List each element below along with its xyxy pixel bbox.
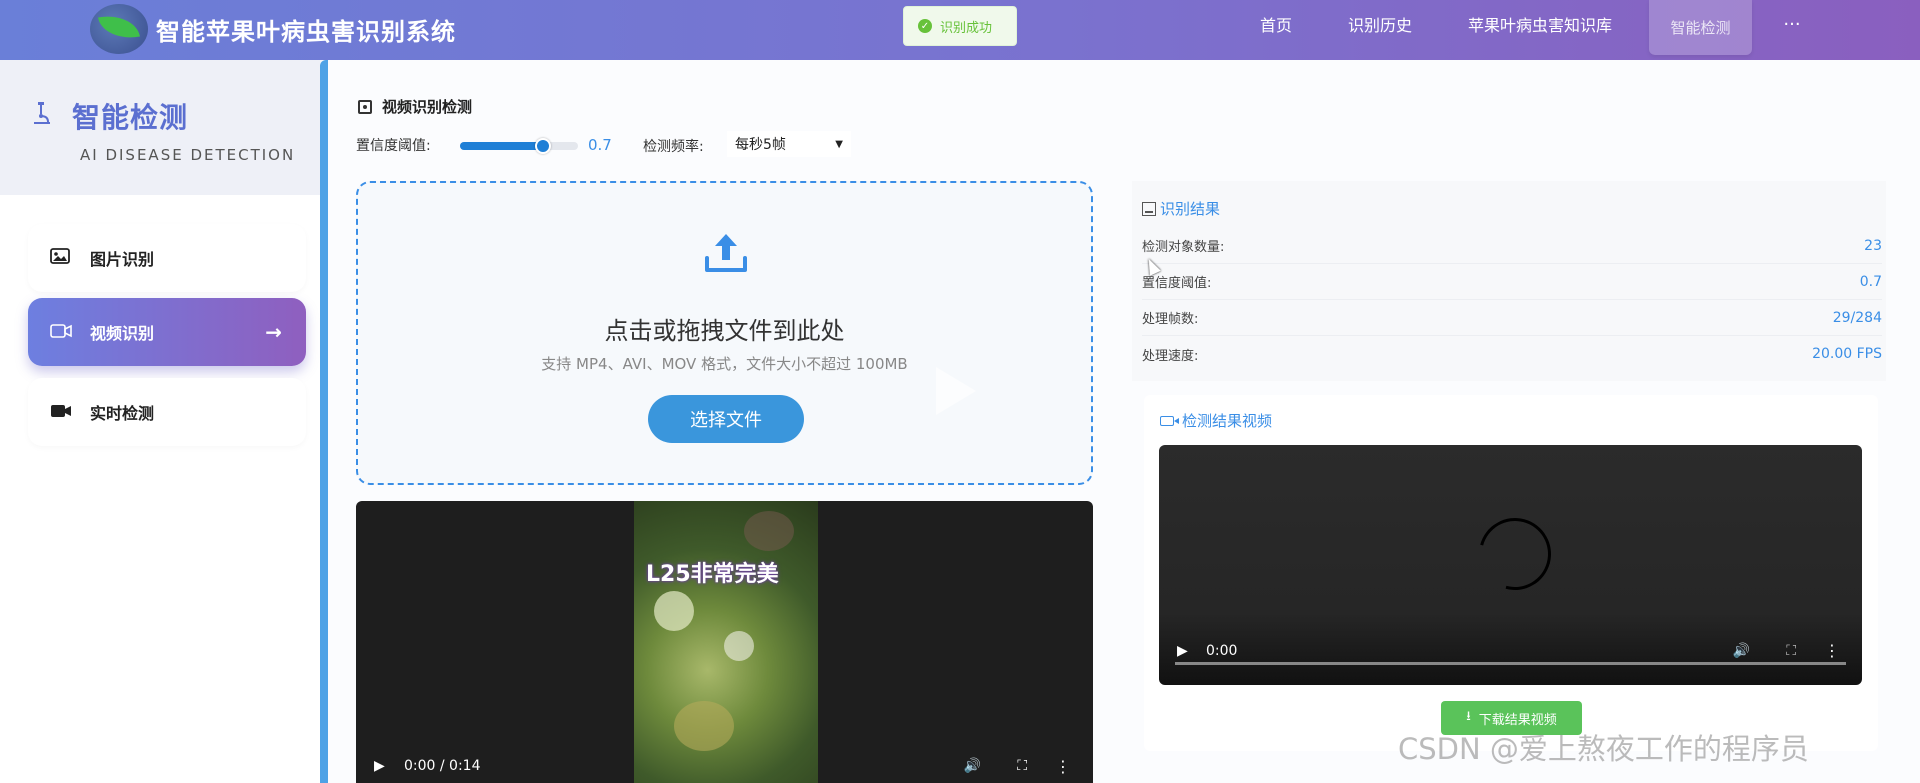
sidebar-header: 智能检测 AI DISEASE DETECTION <box>0 60 320 195</box>
app-title: 智能苹果叶病虫害识别系统 <box>156 18 456 46</box>
nav-home[interactable]: 首页 <box>1258 0 1294 48</box>
result-value: 0.7 <box>1859 273 1882 290</box>
sidebar-subtitle: AI DISEASE DETECTION <box>80 146 296 164</box>
target-icon <box>358 99 372 114</box>
volume-icon[interactable]: 🔊 <box>1733 643 1750 659</box>
confidence-value: 0.7 <box>588 136 612 154</box>
loading-spinner-icon <box>1465 504 1565 604</box>
upload-hint: 支持 MP4、AVI、MOV 格式，文件大小不超过 100MB <box>541 355 908 373</box>
sidebar-item-image[interactable]: 图片识别 <box>28 224 306 292</box>
result-row: 置信度阈值: 0.7 <box>1142 264 1882 300</box>
frequency-label: 检测频率: <box>643 139 704 155</box>
frequency-value: 每秒5帧 <box>735 137 786 153</box>
section-title-text: 视频识别检测 <box>382 98 473 116</box>
source-video-player[interactable]: L25非常完美 ▶ 0:00 / 0:14 🔊 ⛶ ⋮ <box>356 501 1093 783</box>
video-frame: L25非常完美 <box>634 501 818 783</box>
video-time: 0:00 <box>1206 643 1238 659</box>
more-vertical-icon[interactable]: ⋮ <box>1824 641 1840 660</box>
sidebar-item-video[interactable]: 视频识别 → <box>28 298 306 366</box>
frequency-select[interactable]: 每秒5帧 ▼ <box>727 131 851 157</box>
video-time: 0:00 / 0:14 <box>404 758 481 774</box>
sidebar-item-label: 图片识别 <box>90 250 155 269</box>
nav-smart-detection[interactable]: 智能检测 <box>1649 0 1752 55</box>
select-file-button[interactable]: 选择文件 <box>648 395 804 443</box>
slider-fill <box>460 142 543 150</box>
video-camera-icon <box>1160 415 1179 426</box>
result-video-title: 检测结果视频 <box>1160 410 1272 431</box>
result-video-player[interactable]: ▶ 0:00 🔊 ⛶ ⋮ <box>1159 445 1862 685</box>
volume-icon[interactable]: 🔊 <box>964 758 981 774</box>
leaf-blob <box>654 591 694 631</box>
top-header: 智能苹果叶病虫害识别系统 ✓ 识别成功 首页 识别历史 苹果叶病虫害知识库 智能… <box>0 0 1920 60</box>
fullscreen-icon[interactable]: ⛶ <box>1786 643 1796 659</box>
upload-dropzone[interactable]: 点击或拖拽文件到此处 支持 MP4、AVI、MOV 格式，文件大小不超过 100… <box>356 181 1093 485</box>
result-row: 检测对象数量: 23 <box>1142 228 1882 264</box>
sidebar: 智能检测 AI DISEASE DETECTION 图片识别 视频识别 → 实时… <box>0 60 320 783</box>
results-title-text: 识别结果 <box>1160 200 1221 218</box>
results-title: 识别结果 <box>1142 198 1220 219</box>
image-icon <box>50 247 72 269</box>
more-vertical-icon[interactable]: ⋮ <box>1055 757 1071 776</box>
video-controls: ▶ 0:00 / 0:14 🔊 ⛶ ⋮ <box>356 749 1093 783</box>
sidebar-item-label: 视频识别 <box>90 324 155 343</box>
watermark: CSDN @爱上熬夜工作的程序员 <box>1398 732 1809 766</box>
confidence-label: 置信度阈值: <box>356 138 431 154</box>
camera-icon <box>50 402 72 423</box>
leaf-blob <box>744 511 794 551</box>
play-icon[interactable]: ▶ <box>374 758 385 774</box>
fullscreen-icon[interactable]: ⛶ <box>1017 758 1027 774</box>
sidebar-accent-bar <box>320 60 328 783</box>
slider-thumb[interactable] <box>534 138 551 154</box>
play-watermark-icon <box>936 367 976 415</box>
result-icon <box>1142 201 1156 216</box>
result-value: 23 <box>1864 237 1882 254</box>
video-controls: ▶ 0:00 🔊 ⛶ ⋮ <box>1159 631 1862 671</box>
section-title: 视频识别检测 <box>358 96 472 117</box>
result-video-title-text: 检测结果视频 <box>1182 412 1273 430</box>
download-label: 下载结果视频 <box>1478 712 1557 728</box>
leaf-blob <box>724 631 754 661</box>
microscope-icon <box>30 100 54 126</box>
result-label: 处理帧数: <box>1142 312 1199 327</box>
app-logo <box>90 4 148 54</box>
result-row: 处理帧数: 29/284 <box>1142 300 1882 336</box>
chevron-down-icon: ▼ <box>835 138 843 150</box>
arrow-right-icon: → <box>265 320 282 344</box>
video-progress-bar[interactable] <box>1175 662 1846 665</box>
result-value: 20.00 FPS <box>1812 346 1882 362</box>
result-label: 检测对象数量: <box>1142 240 1225 255</box>
sidebar-title: 智能检测 <box>72 101 189 134</box>
video-caption: L25非常完美 <box>646 562 779 587</box>
upload-icon <box>701 228 751 278</box>
play-icon[interactable]: ▶ <box>1177 643 1188 659</box>
leaf-blob <box>674 701 734 751</box>
leaf-icon <box>98 10 140 44</box>
nav-knowledge-base[interactable]: 苹果叶病虫害知识库 <box>1467 0 1613 48</box>
toast-text: 识别成功 <box>940 20 993 36</box>
sidebar-item-realtime[interactable]: 实时检测 <box>28 378 306 446</box>
result-label: 处理速度: <box>1142 348 1199 364</box>
nav-more-button[interactable]: ··· <box>1780 0 1804 48</box>
result-label: 置信度阈值: <box>1142 276 1212 291</box>
check-circle-icon: ✓ <box>918 19 932 33</box>
sidebar-item-label: 实时检测 <box>90 404 155 423</box>
video-icon <box>50 322 72 343</box>
result-value: 29/284 <box>1832 309 1882 326</box>
nav-history[interactable]: 识别历史 <box>1346 0 1414 48</box>
result-row: 处理速度: 20.00 FPS <box>1142 336 1882 372</box>
confidence-slider[interactable] <box>460 138 578 154</box>
upload-title: 点击或拖拽文件到此处 <box>604 317 845 345</box>
success-toast: ✓ 识别成功 <box>903 6 1017 46</box>
